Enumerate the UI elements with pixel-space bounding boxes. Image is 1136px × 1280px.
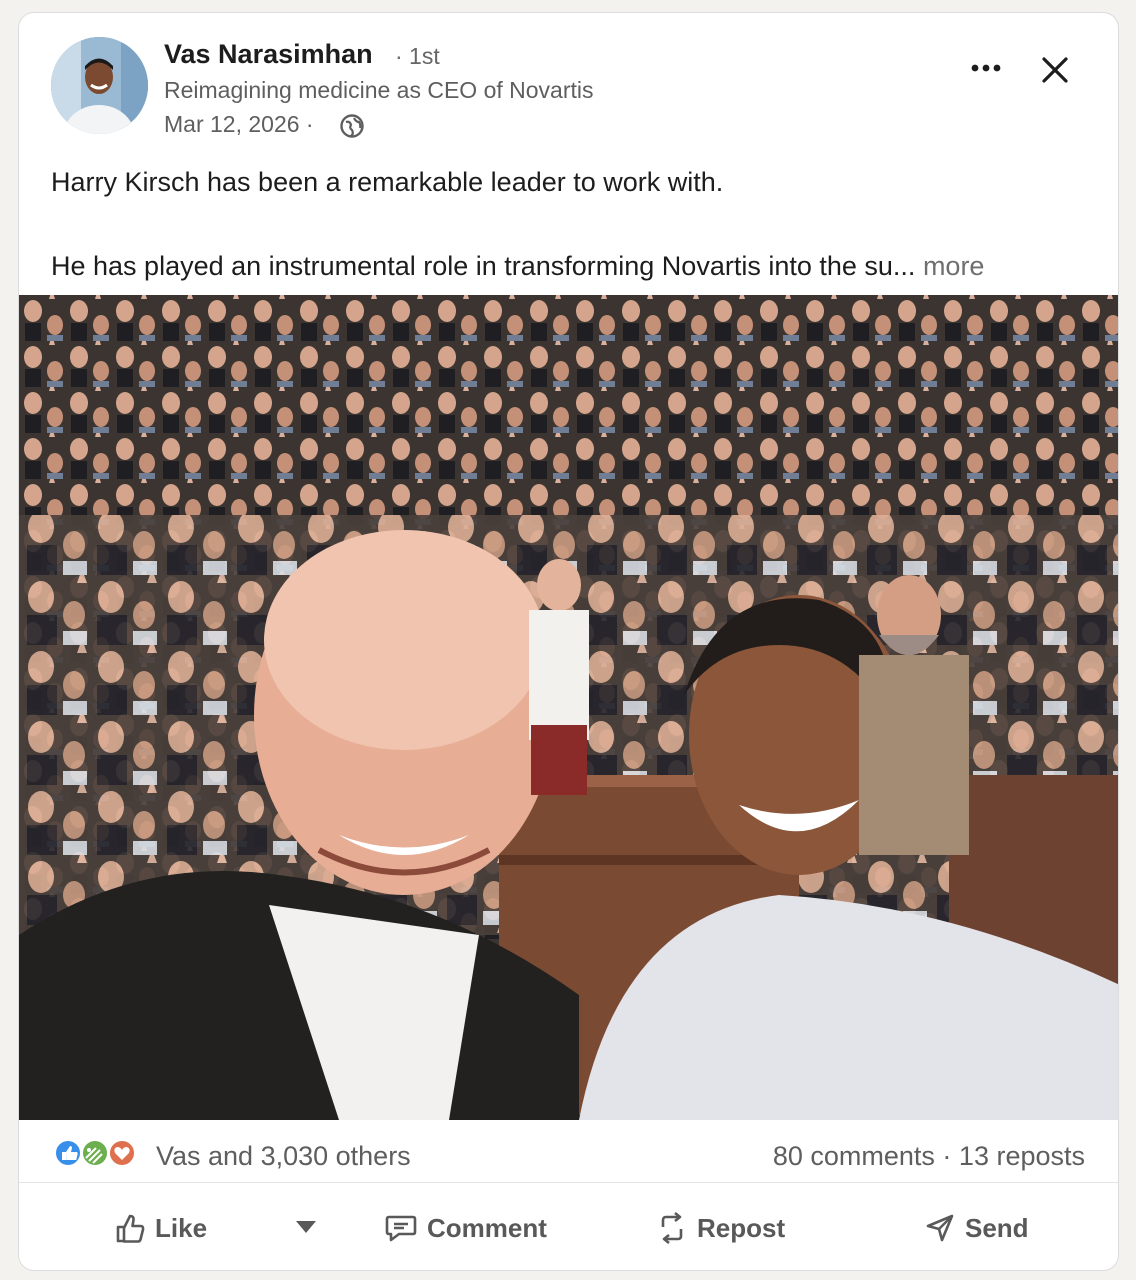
send-button[interactable]: Send (925, 1206, 1029, 1250)
like-button[interactable]: Like (115, 1206, 207, 1250)
like-reaction-icon (54, 1139, 82, 1167)
send-icon (926, 1214, 954, 1242)
post-text-truncated: He has played an instrumental role in tr… (51, 251, 916, 281)
repost-label: Repost (697, 1212, 786, 1243)
post-body: Harry Kirsch has been a remarkable leade… (51, 161, 1091, 287)
author-avatar[interactable] (51, 37, 148, 134)
love-reaction-icon (108, 1139, 136, 1167)
repost-button[interactable]: Repost (657, 1206, 785, 1250)
engagement-stats: 80 comments · 13 reposts (773, 1141, 1085, 1172)
repost-count[interactable]: 13 reposts (959, 1141, 1085, 1171)
connection-degree: · 1st (395, 43, 440, 69)
send-label: Send (965, 1212, 1029, 1243)
post-photo[interactable] (19, 295, 1118, 1120)
close-icon[interactable] (1038, 53, 1072, 87)
celebrate-reaction-icon (81, 1139, 109, 1167)
photo-image (19, 295, 1118, 1120)
action-bar: Like Comment Repost Send (19, 1184, 1118, 1270)
like-label: Like (155, 1212, 208, 1243)
author-name[interactable]: Vas Narasimhan (164, 39, 373, 70)
post-date: Mar 12, 2026 · (164, 111, 314, 137)
post-card: Vas Narasimhan · 1st Reimagining medicin… (18, 12, 1119, 1271)
reaction-count[interactable]: Vas and 3,030 others (156, 1141, 411, 1172)
stats-separator: · (942, 1141, 952, 1171)
post-header: Vas Narasimhan · 1st Reimagining medicin… (19, 13, 1118, 153)
repost-icon (661, 1211, 683, 1245)
globe-icon (340, 114, 364, 138)
comment-label: Comment (427, 1212, 547, 1243)
social-counts-bar: Vas and 3,030 others 80 comments · 13 re… (19, 1121, 1118, 1183)
author-headline: Reimagining medicine as CEO of Novartis (164, 77, 594, 103)
reaction-dropdown-icon[interactable] (295, 1220, 317, 1234)
reaction-icons[interactable] (53, 1138, 143, 1168)
see-more-link[interactable]: more (923, 251, 985, 281)
comment-icon (385, 1215, 417, 1242)
more-options-icon[interactable] (967, 53, 1007, 83)
post-text-line-1: Harry Kirsch has been a remarkable leade… (51, 167, 724, 197)
thumbs-up-icon (116, 1214, 145, 1243)
comment-count[interactable]: 80 comments (773, 1141, 935, 1171)
post-text-line-2: He has played an instrumental role in tr… (51, 245, 1091, 287)
comment-button[interactable]: Comment (385, 1206, 547, 1250)
